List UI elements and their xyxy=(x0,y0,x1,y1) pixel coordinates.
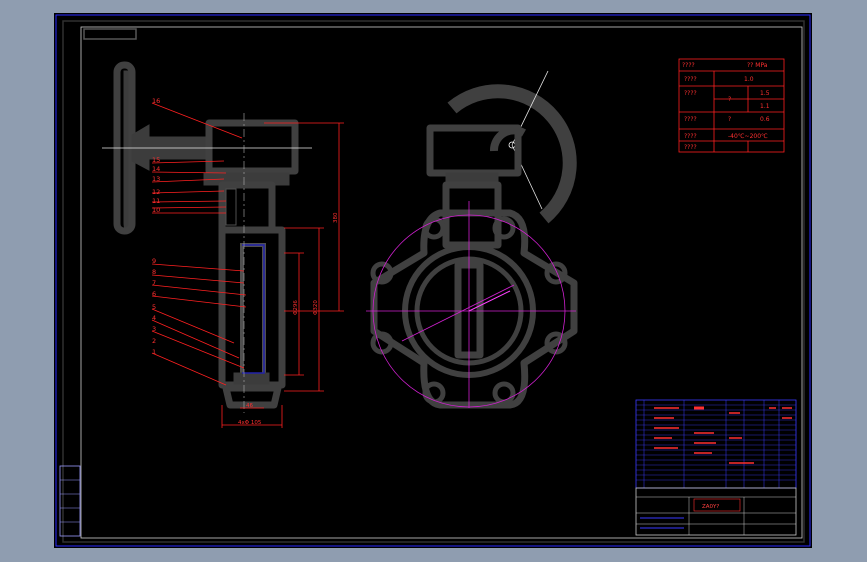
part-number: 11 xyxy=(152,197,160,205)
dimension-dia-a: Φ296 xyxy=(293,300,299,315)
inner-frame xyxy=(80,26,803,539)
tech-label: ???? xyxy=(684,76,697,83)
part-number: 13 xyxy=(152,175,160,183)
part-number: 6 xyxy=(152,290,156,298)
drawing-name: ZA0Y? xyxy=(702,504,719,510)
tech-label: ???? xyxy=(682,62,695,69)
tech-value: 1.1 xyxy=(760,103,770,110)
part-number: 12 xyxy=(152,188,160,196)
section-view xyxy=(102,61,312,413)
parts-list xyxy=(635,399,797,489)
gear-sector xyxy=(447,84,577,224)
cad-drawing: 16 15 14 13 12 11 10 9 8 7 6 5 4 3 2 1 3… xyxy=(55,14,811,547)
tech-value: 1.5 xyxy=(760,90,770,97)
dimension-width-b: 4xΦ 105 xyxy=(238,420,262,426)
tech-value: ?? MPa xyxy=(747,62,768,69)
front-view xyxy=(366,70,578,409)
tech-value: -40℃~200℃ xyxy=(728,133,768,140)
tech-value: 0.6 xyxy=(760,116,770,123)
part-number: 5 xyxy=(152,303,156,311)
part-number: 1 xyxy=(152,348,156,356)
title-block xyxy=(635,487,797,536)
part-number: 14 xyxy=(152,165,160,173)
tech-label: ???? xyxy=(684,133,697,140)
corner-tag xyxy=(83,28,137,40)
border-frame xyxy=(62,20,805,543)
dimension-width-a: 46 xyxy=(246,403,253,409)
part-number: 15 xyxy=(152,156,160,164)
tech-value: 1.0 xyxy=(744,76,754,83)
valve-neck xyxy=(218,181,276,234)
part-numbers: 16 15 14 13 12 11 10 9 8 7 6 5 4 3 2 1 xyxy=(152,97,160,356)
tech-label: ???? xyxy=(684,144,697,151)
valve-body-section xyxy=(218,226,286,389)
tech-sub: ? xyxy=(728,116,731,123)
part-number: 9 xyxy=(152,257,156,265)
tech-label: ???? xyxy=(684,90,697,97)
dimension-dia-b: Φ320 xyxy=(313,300,319,315)
part-number: 3 xyxy=(152,325,156,333)
part-number: 2 xyxy=(152,337,156,345)
outer-frame xyxy=(55,14,811,547)
part-number: 16 xyxy=(152,97,160,105)
dimension-height: 380 xyxy=(333,212,339,223)
tech-label: ???? xyxy=(684,116,697,123)
part-number: 7 xyxy=(152,279,156,287)
part-number: 4 xyxy=(152,314,156,322)
part-number: 8 xyxy=(152,268,156,276)
drawing-sheet: 16 15 14 13 12 11 10 9 8 7 6 5 4 3 2 1 3… xyxy=(54,13,812,548)
part-number: 10 xyxy=(152,206,160,214)
handwheel xyxy=(123,70,130,232)
tech-sub: ? xyxy=(728,96,731,103)
